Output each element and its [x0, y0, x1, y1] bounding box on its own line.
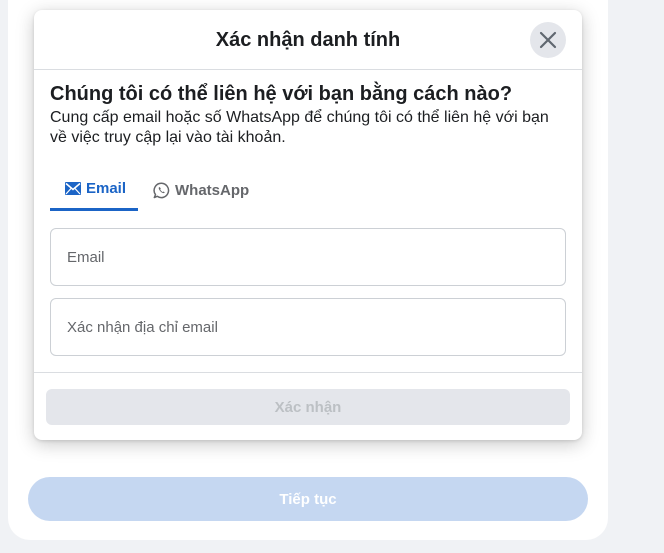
dialog-title: Xác nhận danh tính: [215, 29, 401, 51]
dialog-header: Xác nhận danh tính: [34, 10, 582, 70]
whatsapp-icon: [153, 181, 170, 199]
confirm-email-field[interactable]: [50, 298, 566, 356]
identity-confirm-dialog: Xác nhận danh tính Chúng tôi có thể liên…: [34, 10, 582, 440]
tab-whatsapp-label: WhatsApp: [175, 181, 250, 199]
footer-divider: [34, 372, 582, 373]
contact-question: Chúng tôi có thể liên hệ với bạn bằng cá…: [50, 83, 513, 105]
close-icon: [539, 31, 557, 49]
tab-whatsapp[interactable]: WhatsApp: [153, 169, 253, 211]
envelope-icon: [65, 182, 81, 195]
tab-email-label: Email: [86, 180, 127, 197]
confirm-button[interactable]: Xác nhận: [46, 389, 570, 425]
close-button[interactable]: [530, 22, 566, 58]
continue-button[interactable]: Tiếp tục: [28, 477, 588, 521]
contact-description: Cung cấp email hoặc số WhatsApp để chúng…: [50, 109, 549, 146]
tab-email[interactable]: Email: [50, 169, 138, 211]
email-field[interactable]: [50, 228, 566, 286]
